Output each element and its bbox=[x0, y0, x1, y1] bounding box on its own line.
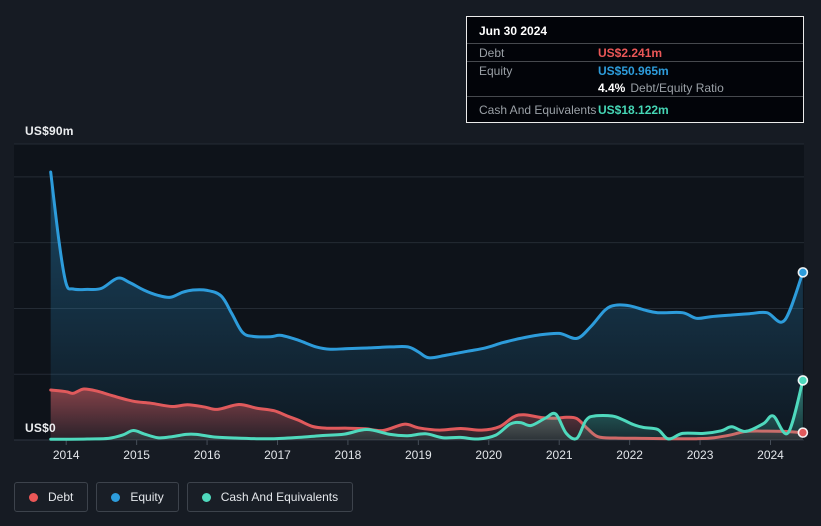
debt-end-marker bbox=[797, 427, 809, 438]
debt-equity-chart-panel: US$90m US$0 2014 2015 2016 2017 2018 2019 2020… bbox=[0, 0, 821, 526]
tooltip-cash-row: Cash And Equivalents US$18.122m bbox=[467, 96, 803, 122]
legend-label: Equity bbox=[130, 490, 164, 504]
chart-legend: Debt Equity Cash And Equivalents bbox=[14, 482, 354, 512]
legend-label: Debt bbox=[48, 490, 74, 504]
tooltip-ratio-text: Debt/Equity Ratio bbox=[630, 80, 724, 95]
tooltip-date: Jun 30 2024 bbox=[479, 24, 548, 38]
debt-dot-icon bbox=[29, 492, 38, 502]
chart-tooltip: Jun 30 2024 Debt US$2.241m Equity US$50.… bbox=[466, 16, 804, 123]
equity-end-marker bbox=[797, 267, 809, 278]
tooltip-debt-value: US$2.241m bbox=[598, 45, 663, 60]
equity-dot-icon bbox=[111, 492, 121, 502]
tooltip-equity-value: US$50.965m bbox=[598, 63, 669, 78]
y-axis-max-label: US$90m bbox=[25, 124, 74, 138]
tooltip-equity-label: Equity bbox=[479, 63, 513, 78]
y-axis-zero-label: US$0 bbox=[25, 421, 56, 435]
cash-and-equivalents-end-marker bbox=[797, 375, 809, 386]
tooltip-debt-label: Debt bbox=[479, 45, 505, 60]
tooltip-ratio-percent: 4.4% bbox=[598, 80, 626, 95]
legend-item-cash-and-equivalents[interactable]: Cash And Equivalents bbox=[186, 482, 354, 512]
tooltip-ratio-row: 4.4% Debt/Equity Ratio bbox=[467, 79, 803, 96]
cash-and-equivalents-dot-icon bbox=[201, 492, 211, 502]
legend-item-equity[interactable]: Equity bbox=[96, 482, 179, 512]
legend-item-debt[interactable]: Debt bbox=[14, 482, 89, 512]
tooltip-debt-row: Debt US$2.241m bbox=[467, 43, 803, 61]
legend-label: Cash And Equivalents bbox=[220, 490, 339, 504]
tooltip-cash-value: US$18.122m bbox=[598, 102, 669, 117]
tooltip-cash-label: Cash And Equivalents bbox=[479, 102, 597, 117]
tooltip-equity-row: Equity US$50.965m bbox=[467, 61, 803, 79]
